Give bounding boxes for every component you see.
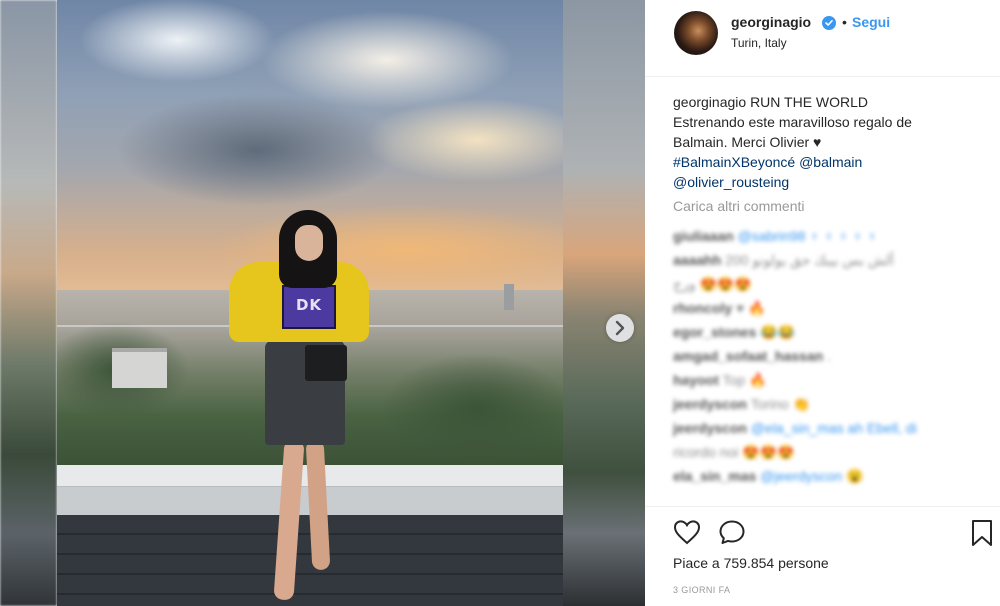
list-item: jeerdyscon Torino 👏 [673,394,973,414]
comment-username[interactable]: egor_stones [673,324,756,340]
comment-text: @ela_sin_mas ah Ebell, di [750,420,917,436]
comment-username[interactable]: giuliaaan [673,228,734,244]
blurred-backdrop-left [0,0,57,606]
comment-username[interactable]: hayoot [673,372,719,388]
comment-username[interactable]: aaaahh [673,252,721,268]
list-item: ورج 😍😍😍 [673,274,973,294]
figure-hoodie-logo-text: DK [295,296,323,314]
post-header: georginagio • Segui Turin, Italy [645,0,1000,77]
blurred-backdrop-right [563,0,645,606]
list-item: rhoncoly ♥ 🔥 [673,298,973,318]
caption-text-line2: Estrenando este maravilloso regalo de [673,114,912,130]
list-item: jeerdyscon @ela_sin_mas ah Ebell, di [673,418,973,438]
post-location[interactable]: Turin, Italy [731,36,787,50]
comments-list: giuliaaan @sabrin98 ♀ ♀ ♀ ♀ ♀ aaaahh ألش… [673,226,973,490]
list-item: ricordo noi 😍😍😍 [673,442,973,462]
list-item: giuliaaan @sabrin98 ♀ ♀ ♀ ♀ ♀ [673,226,973,246]
photo-tower [504,284,514,310]
caption-text-line1: RUN THE WORLD [750,94,869,110]
comment-icon[interactable] [718,519,746,545]
author-username[interactable]: georginagio [731,14,811,30]
load-more-comments-link[interactable]: Carica altri commenti [673,198,804,214]
caption-text-line3: Balmain. Merci Olivier ♥ [673,134,822,150]
figure-face [295,225,323,261]
avatar[interactable] [674,11,718,55]
comment-text: ألش بس بيبك حق يولونو 200 [725,252,894,268]
caption-username[interactable]: georginagio [673,94,746,110]
post-photo[interactable]: DK [57,0,563,606]
comment-text: @jeerdyscon 😮 [760,468,864,484]
comment-username[interactable]: jeerdyscon [673,420,747,436]
verified-badge-icon [822,16,836,30]
comment-username[interactable]: amgad_sofaat_hassan [673,348,823,364]
list-item: aaaahh ألش بس بيبك حق يولونو 200 [673,250,973,270]
heart-icon[interactable] [673,519,701,545]
comment-text: . [827,348,831,364]
post-actions: Piace a 759.854 persone 3 GIORNI FA [645,506,1000,606]
comment-text: Top 🔥 [722,372,767,388]
header-separator: • [842,14,847,30]
caption-mention[interactable]: @balmain [799,154,862,170]
list-item: hayoot Top 🔥 [673,370,973,390]
follow-button[interactable]: Segui [852,14,890,30]
list-item: amgad_sofaat_hassan . [673,346,973,366]
comment-text: Torino 👏 [750,396,811,412]
comment-username[interactable]: rhoncoly [673,300,732,316]
comment-text: ricordo noi 😍😍😍 [673,444,795,460]
comment-text: 😂😂 [760,324,796,340]
chevron-right-icon [615,320,625,336]
next-photo-button[interactable] [606,314,634,342]
caption-mention[interactable]: @olivier_rousteing [673,174,789,190]
post-side-panel: georginagio • Segui Turin, Italy georgin… [645,0,1000,606]
comment-text: ورج 😍😍😍 [673,276,752,292]
post-caption: georginagio RUN THE WORLD Estrenando est… [673,92,973,192]
list-item: egor_stones 😂😂 [673,322,973,342]
list-item: ela_sin_mas @jeerdyscon 😮 [673,466,973,486]
figure-bag [305,345,347,381]
comment-username[interactable]: ela_sin_mas [673,468,756,484]
bookmark-icon[interactable] [970,519,994,547]
post-timestamp[interactable]: 3 GIORNI FA [673,585,730,595]
comment-text: @sabrin98 ♀ ♀ ♀ ♀ ♀ [737,228,878,244]
caption-hashtag[interactable]: #BalmainXBeyoncé [673,154,795,170]
comment-username[interactable]: jeerdyscon [673,396,747,412]
comment-text: ♥ 🔥 [736,300,766,316]
likes-count[interactable]: Piace a 759.854 persone [673,555,829,571]
